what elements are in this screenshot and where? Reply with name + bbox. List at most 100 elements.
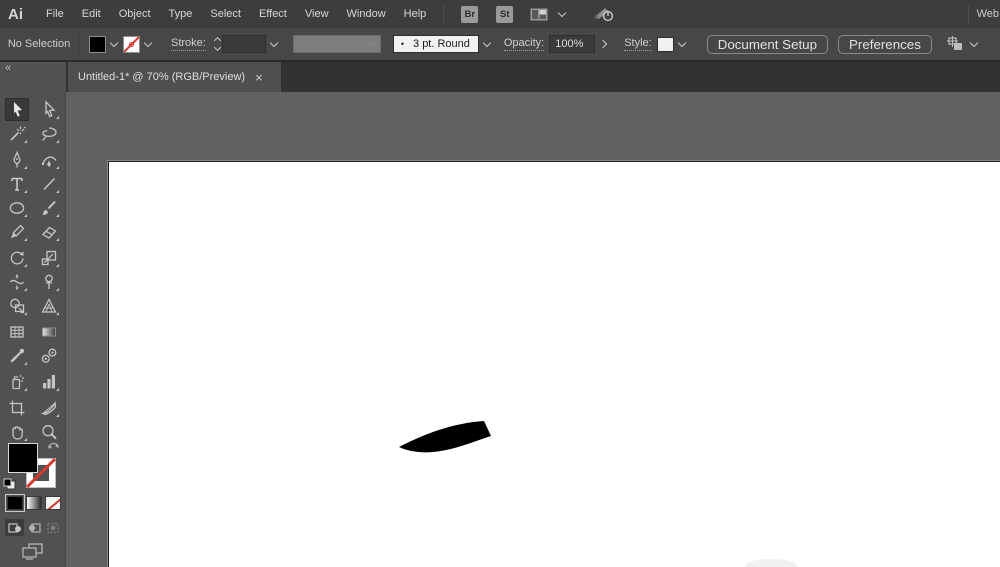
menu-help[interactable]: Help <box>395 0 436 28</box>
menu-window[interactable]: Window <box>338 0 395 28</box>
artboard-tool-icon <box>7 398 27 418</box>
tool-row <box>0 370 65 393</box>
curvature-tool[interactable] <box>37 148 61 171</box>
stroke-weight-field[interactable] <box>222 35 266 53</box>
transform-panel-control[interactable] <box>946 35 983 53</box>
brush-thumbnail-dot: • <box>401 39 404 49</box>
tool-row <box>0 172 65 195</box>
menu-object[interactable]: Object <box>110 0 160 28</box>
canvas-area[interactable] <box>0 92 1000 567</box>
menu-edit[interactable]: Edit <box>73 0 110 28</box>
go-to-bridge-button[interactable]: Br <box>461 6 478 23</box>
paintbrush-tool[interactable] <box>37 196 61 219</box>
arrange-documents-icon <box>530 8 548 21</box>
selection-tool-icon <box>7 100 27 120</box>
stroke-color-swatch[interactable] <box>123 36 140 53</box>
scale-tool-icon <box>39 248 59 268</box>
collapse-dock-button[interactable]: « <box>5 62 11 74</box>
gradient-tool[interactable] <box>37 320 61 343</box>
line-segment-tool[interactable] <box>37 172 61 195</box>
gradient-button[interactable] <box>26 496 42 510</box>
shaper-tool[interactable] <box>5 220 29 243</box>
arrange-documents-control[interactable] <box>530 8 571 21</box>
draw-normal-button[interactable] <box>5 519 24 536</box>
artboard-tool[interactable] <box>5 396 29 419</box>
opacity-field[interactable]: 100% <box>549 35 595 53</box>
gpu-performance-button[interactable] <box>593 5 615 23</box>
stroke-weight-chevron-icon[interactable] <box>270 39 278 47</box>
scale-tool[interactable] <box>37 246 61 269</box>
change-screen-mode-button[interactable] <box>0 543 66 560</box>
menu-view[interactable]: View <box>296 0 338 28</box>
perspective-grid-tool-icon <box>39 296 59 316</box>
tool-row <box>0 122 65 145</box>
draw-inside-button[interactable] <box>43 519 62 536</box>
eraser-tool[interactable] <box>37 220 61 243</box>
opacity-popup-arrow-icon[interactable] <box>599 40 607 48</box>
brush-definition-field[interactable]: • 3 pt. Round <box>393 35 479 53</box>
color-button[interactable] <box>7 496 23 510</box>
pen-tool[interactable] <box>5 148 29 171</box>
swap-fill-stroke-icon[interactable] <box>47 440 60 455</box>
faint-ellipse-shape[interactable] <box>745 559 797 567</box>
preferences-button[interactable]: Preferences <box>838 35 932 54</box>
ellipse-tool[interactable] <box>5 196 29 219</box>
tool-row <box>0 98 65 121</box>
column-graph-tool[interactable] <box>37 370 61 393</box>
shape-builder-tool[interactable] <box>5 294 29 317</box>
style-swatch[interactable] <box>657 37 674 52</box>
fill-color-swatch[interactable] <box>89 36 106 53</box>
mesh-tool[interactable] <box>5 320 29 343</box>
draw-behind-button[interactable] <box>24 519 43 536</box>
rotate-tool[interactable] <box>5 246 29 269</box>
gradient-tool-icon <box>39 322 59 342</box>
slice-tool[interactable] <box>37 396 61 419</box>
tool-row <box>0 148 65 171</box>
brush-definition-chevron-icon[interactable] <box>483 39 491 47</box>
lasso-tool[interactable] <box>37 122 61 145</box>
menu-type[interactable]: Type <box>160 0 202 28</box>
tool-row <box>0 246 65 269</box>
mesh-tool-icon <box>7 322 27 342</box>
slice-tool-icon <box>39 398 59 418</box>
curvature-tool-icon <box>39 150 59 170</box>
adobe-stock-button[interactable]: St <box>496 6 513 23</box>
style-label[interactable]: Style: <box>624 37 652 51</box>
stroke-color-chevron-icon[interactable] <box>144 39 152 47</box>
document-tab[interactable]: Untitled-1* @ 70% (RGB/Preview) × <box>68 62 281 92</box>
tool-row <box>0 270 65 293</box>
gpu-performance-icon <box>593 5 615 23</box>
black-swoosh-shape[interactable] <box>399 421 491 452</box>
width-tool[interactable] <box>5 270 29 293</box>
magic-wand-tool[interactable] <box>5 122 29 145</box>
direct-selection-tool[interactable] <box>37 98 61 121</box>
symbol-sprayer-tool[interactable] <box>5 370 29 393</box>
menu-effect[interactable]: Effect <box>250 0 296 28</box>
type-tool[interactable] <box>5 172 29 195</box>
free-transform-tool[interactable] <box>37 270 61 293</box>
controlbar-separator <box>78 32 79 56</box>
perspective-grid-tool[interactable] <box>37 294 61 317</box>
close-tab-icon[interactable]: × <box>255 71 263 84</box>
brush-definition-value: 3 pt. Round <box>413 38 470 50</box>
fill-color-chevron-icon[interactable] <box>110 39 118 47</box>
menu-file[interactable]: File <box>37 0 73 28</box>
style-chevron-icon[interactable] <box>677 39 685 47</box>
selection-tool[interactable] <box>5 98 29 121</box>
document-setup-button[interactable]: Document Setup <box>707 35 828 54</box>
fill-color-indicator[interactable] <box>8 443 38 473</box>
selection-status-label: No Selection <box>0 38 78 50</box>
eraser-tool-icon <box>39 222 59 242</box>
opacity-label[interactable]: Opacity: <box>504 37 544 51</box>
blend-tool[interactable] <box>37 344 61 367</box>
eyedropper-tool[interactable] <box>5 344 29 367</box>
workspace-name: Web <box>977 8 1000 20</box>
menu-select[interactable]: Select <box>201 0 250 28</box>
none-button[interactable] <box>45 496 61 510</box>
workspace-switcher[interactable]: Web <box>968 0 1000 28</box>
rotate-tool-icon <box>7 248 27 268</box>
stroke-weight-stepper[interactable] <box>215 38 220 50</box>
default-fill-stroke-icon[interactable] <box>3 478 16 493</box>
stroke-weight-label[interactable]: Stroke: <box>171 37 206 51</box>
shape-builder-tool-icon <box>7 296 27 316</box>
